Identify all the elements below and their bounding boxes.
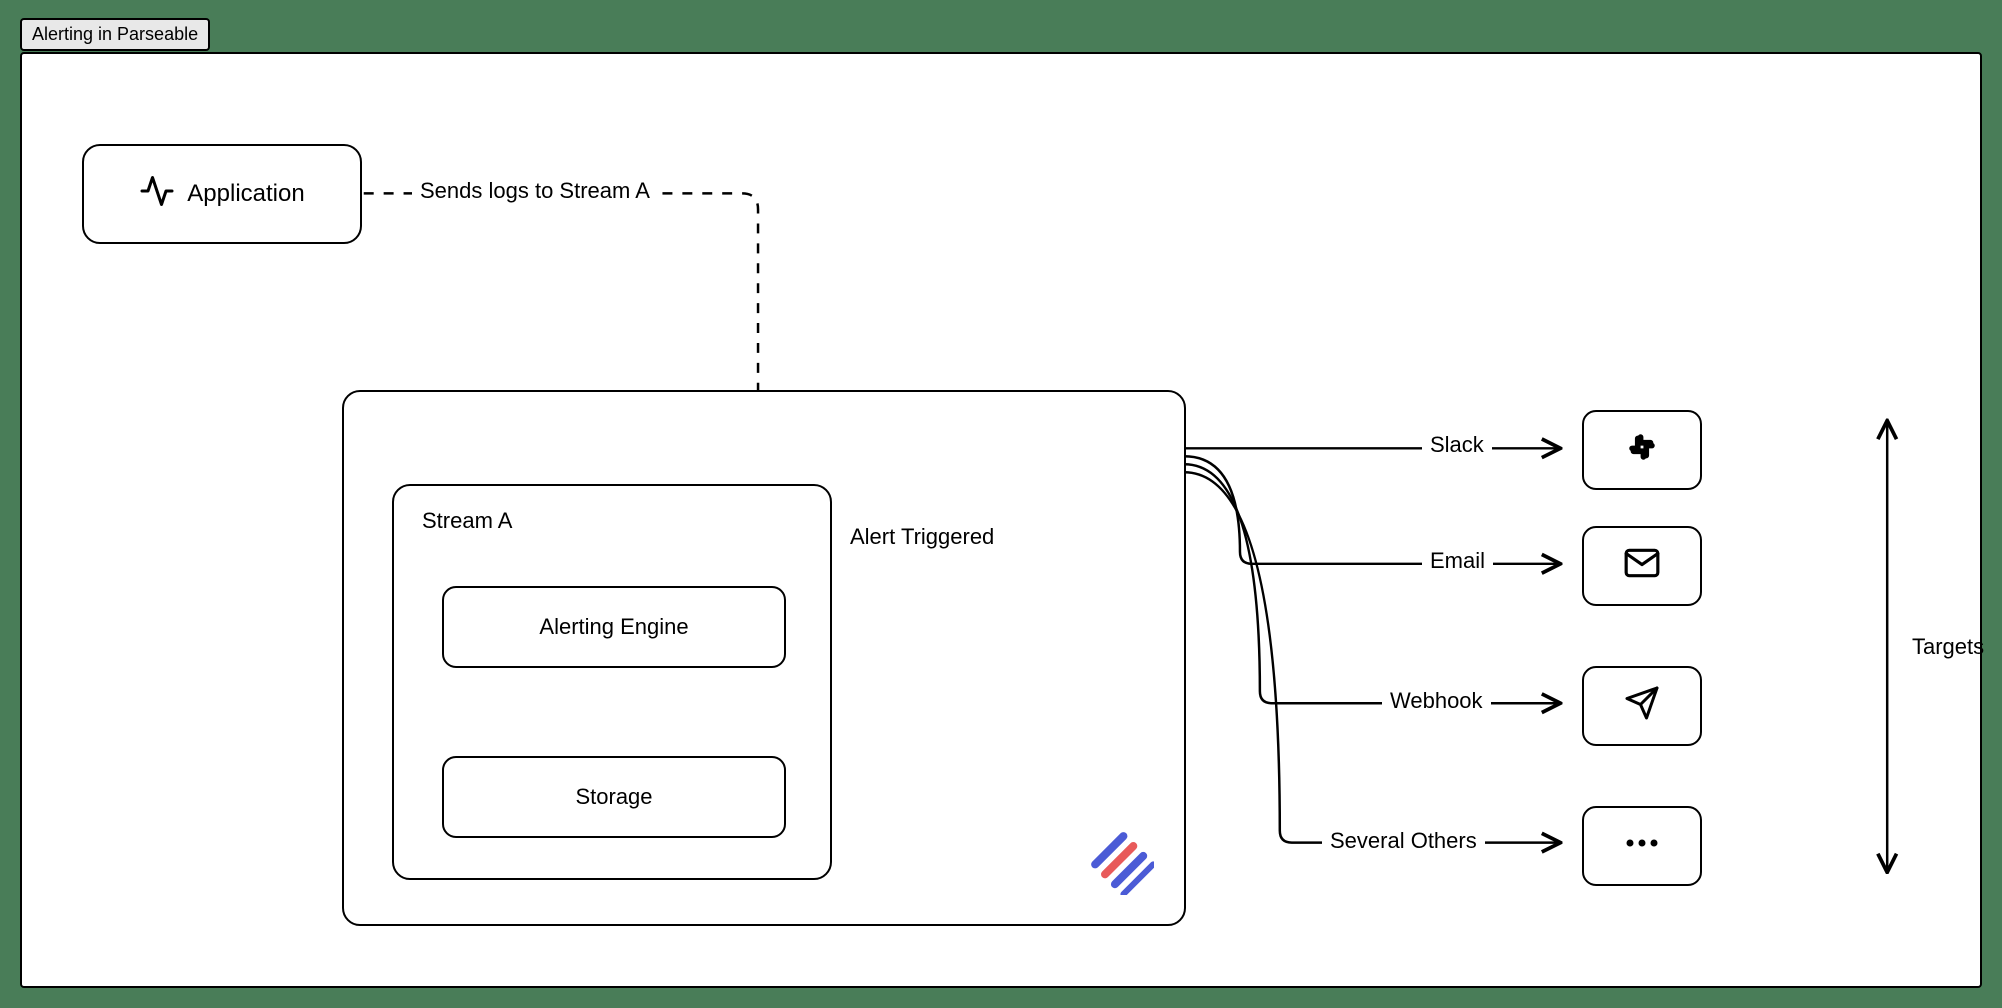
stream-a-label: Stream A <box>422 508 512 534</box>
edge-label-sends-logs: Sends logs to Stream A <box>412 178 658 204</box>
activity-icon <box>139 173 175 216</box>
alerting-engine-node: Alerting Engine <box>442 586 786 668</box>
target-label-webhook: Webhook <box>1382 688 1491 714</box>
alerting-engine-label: Alerting Engine <box>539 614 688 640</box>
diagram-shell: Alerting in Parseable <box>0 0 2002 1008</box>
target-label-slack: Slack <box>1422 432 1492 458</box>
parseable-container: Stream A Alerting Engine Storage <box>342 390 1186 926</box>
send-icon <box>1624 685 1660 727</box>
target-email <box>1582 526 1702 606</box>
target-others <box>1582 806 1702 886</box>
target-slack <box>1582 410 1702 490</box>
stream-a-group: Stream A Alerting Engine Storage <box>392 484 832 880</box>
application-label: Application <box>187 180 304 208</box>
storage-label: Storage <box>575 784 652 810</box>
mail-icon <box>1623 544 1661 588</box>
storage-node: Storage <box>442 756 786 838</box>
ellipsis-icon <box>1622 833 1662 859</box>
parseable-logo-icon <box>1090 831 1154 902</box>
diagram-canvas: Application Sends logs to Stream A Strea… <box>20 52 1982 988</box>
edge-label-alert-triggered: Alert Triggered <box>842 524 1002 550</box>
application-node: Application <box>82 144 362 244</box>
target-label-others: Several Others <box>1322 828 1485 854</box>
target-webhook <box>1582 666 1702 746</box>
slack-icon <box>1625 430 1659 470</box>
diagram-title-tab: Alerting in Parseable <box>20 18 210 51</box>
target-label-email: Email <box>1422 548 1493 574</box>
targets-label: Targets <box>1912 634 1984 660</box>
